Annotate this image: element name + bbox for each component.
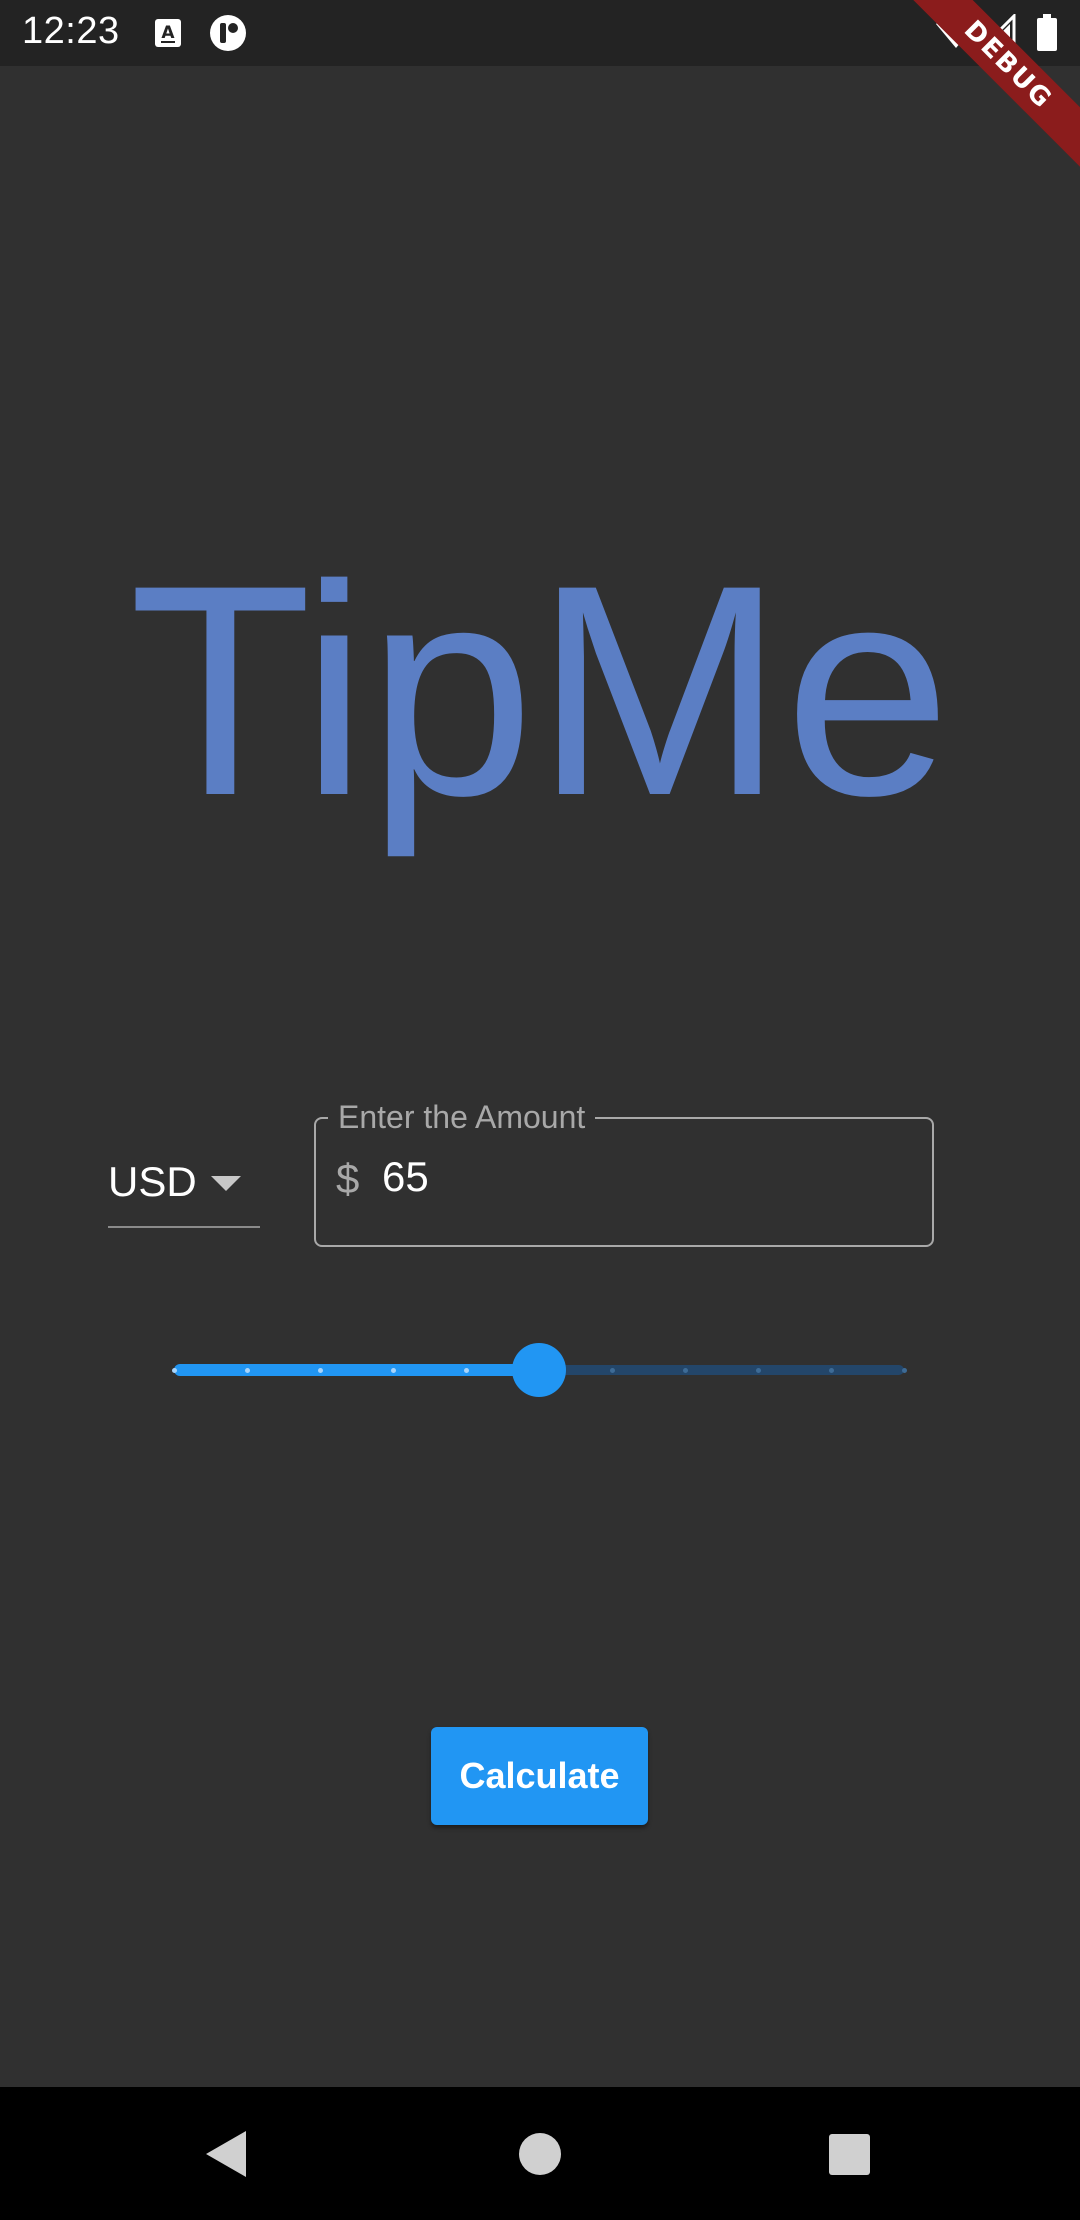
status-time: 12:23	[22, 10, 120, 52]
amount-field[interactable]: Enter the Amount $	[314, 1099, 934, 1247]
battery-icon	[1037, 14, 1057, 51]
slider-tick	[756, 1368, 761, 1373]
currency-dropdown[interactable]: USD	[108, 1148, 260, 1228]
slider-tick	[902, 1368, 907, 1373]
home-icon[interactable]	[519, 2133, 561, 2175]
app-screen: 12:23 A DEBUG TipMe USD Enter the Amount…	[0, 0, 1080, 2220]
slider-tick	[318, 1368, 323, 1373]
slider-tick	[172, 1368, 177, 1373]
amount-field-label: Enter the Amount	[328, 1099, 596, 1135]
svg-text:A: A	[161, 23, 175, 43]
slider-tick	[464, 1368, 469, 1373]
slider-thumb[interactable]	[512, 1343, 566, 1397]
ring-icon	[210, 15, 246, 51]
app-title: TipMe	[128, 522, 952, 858]
text-a-icon: A	[155, 19, 181, 47]
amount-input[interactable]	[382, 1147, 902, 1207]
slider-tick	[829, 1368, 834, 1373]
back-icon[interactable]	[206, 2131, 246, 2177]
slider-tick	[683, 1368, 688, 1373]
status-bar: 12:23 A DEBUG	[0, 0, 1080, 170]
chevron-down-icon	[211, 1176, 241, 1191]
system-nav-bar	[0, 2087, 1080, 2220]
recent-apps-icon[interactable]	[829, 2134, 870, 2175]
slider-tick	[245, 1368, 250, 1373]
dollar-prefix: $	[336, 1155, 360, 1202]
slider-tick	[610, 1368, 615, 1373]
currency-selected-value: USD	[108, 1158, 197, 1205]
signal-icon	[980, 14, 1016, 50]
wifi-icon	[936, 16, 976, 48]
calculate-button[interactable]: Calculate	[431, 1727, 648, 1825]
slider-active-track	[174, 1364, 539, 1376]
tip-slider[interactable]	[172, 1343, 907, 1397]
slider-tick	[391, 1368, 396, 1373]
